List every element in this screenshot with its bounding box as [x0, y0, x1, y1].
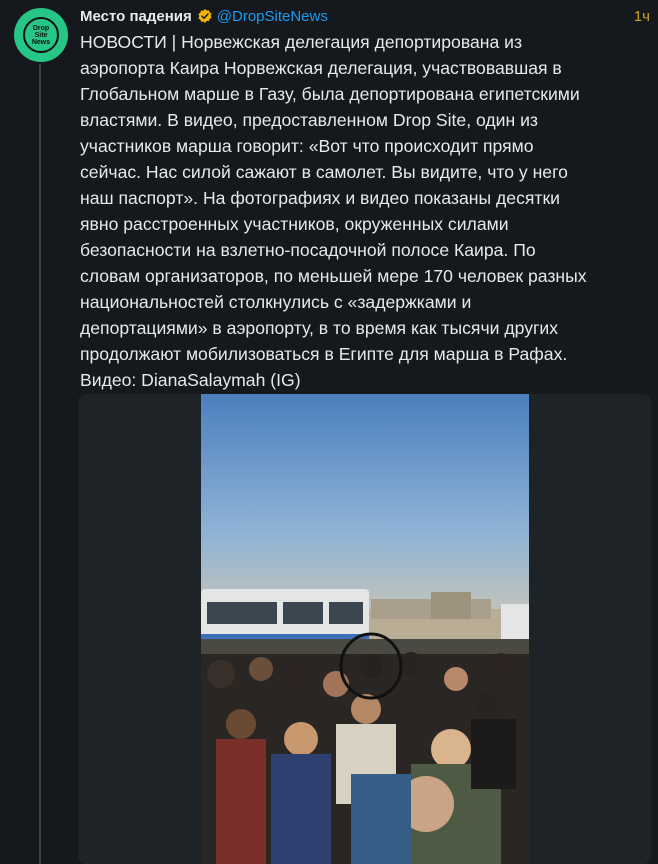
author-name[interactable]: Место падения [80, 8, 192, 25]
video-frame[interactable] [201, 394, 529, 864]
tweet-text: НОВОСТИ | Норвежская делегация депортиро… [80, 32, 587, 390]
author-handle[interactable]: @DropSiteNews [217, 8, 328, 25]
avatar-text-line-3: News [31, 38, 51, 46]
avatar-text-line-1: Drop [32, 24, 50, 32]
thread-line [39, 64, 41, 864]
avatar[interactable]: Drop Site News [14, 8, 68, 62]
verified-badge-icon [198, 9, 212, 23]
tweet-header: Место падения @DropSiteNews 1ч [80, 6, 650, 26]
tweet-video[interactable] [78, 394, 651, 864]
avatar-logo: Drop Site News [23, 17, 59, 53]
avatar-text-line-2: Site [34, 31, 48, 39]
timestamp[interactable]: 1ч [634, 8, 650, 25]
